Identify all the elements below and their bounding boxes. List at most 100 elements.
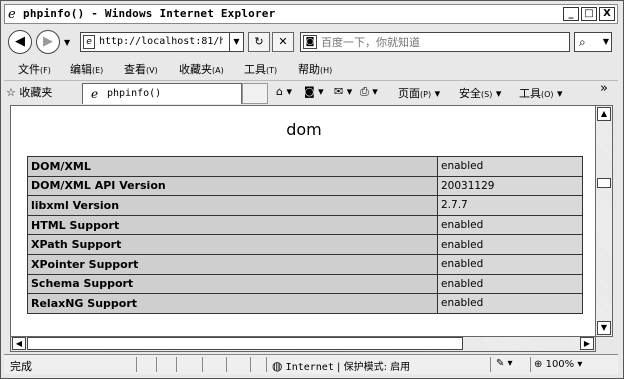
row-value: enabled xyxy=(437,253,583,275)
feeds-icon: ◙ xyxy=(304,85,315,98)
vertical-scrollbar[interactable]: ▲ ▼ xyxy=(596,105,613,337)
home-icon: ⌂ xyxy=(276,85,283,98)
status-divider xyxy=(490,357,491,372)
scroll-left-arrow-icon[interactable]: ◀ xyxy=(12,337,26,350)
row-key: XPointer Support xyxy=(27,253,438,275)
stop-button[interactable]: ✕ xyxy=(272,32,294,52)
scrollbar-corner xyxy=(596,337,613,352)
scroll-down-arrow-icon[interactable]: ▼ xyxy=(597,321,611,335)
back-button[interactable]: ◀ xyxy=(8,30,32,54)
dom-info-table: DOM/XML enabled DOM/XML API Version 200311… xyxy=(27,156,583,314)
mail-icon: ✉ xyxy=(334,85,344,98)
horizontal-scrollbar[interactable]: ◀ ▶ xyxy=(10,337,596,352)
section-title: dom xyxy=(286,120,322,139)
menu-view[interactable]: 查看(V) xyxy=(124,61,158,77)
globe-icon: ◍ xyxy=(272,359,283,373)
table-row: XPath Support enabled xyxy=(27,234,583,255)
search-button[interactable]: ⌕ ▼ xyxy=(574,32,612,52)
address-dropdown-icon[interactable]: ▼ xyxy=(229,33,243,51)
new-tab-button[interactable] xyxy=(242,83,268,104)
toolbar-overflow-chevron-icon[interactable]: » xyxy=(600,81,608,96)
star-icon: ☆ xyxy=(6,86,16,99)
mail-button[interactable]: ✉ ▾ xyxy=(334,85,352,98)
row-value: enabled xyxy=(437,234,583,255)
menu-help[interactable]: 帮助(H) xyxy=(298,61,332,77)
forward-button[interactable]: ▶ xyxy=(36,30,60,54)
tab-label: phpinfo() xyxy=(107,88,162,99)
navigation-bar: ◀ ▶ ▼ e http://localhost:81/he ▼ ↻ ✕ ◙ ⌕… xyxy=(4,27,618,57)
table-row: RelaxNG Support enabled xyxy=(27,293,583,314)
horizontal-scroll-thumb[interactable] xyxy=(27,337,463,350)
table-row: XPointer Support enabled xyxy=(27,253,583,275)
status-divider xyxy=(266,357,267,372)
address-url[interactable]: http://localhost:81/he xyxy=(99,36,223,47)
home-button[interactable]: ⌂ ▾ xyxy=(276,85,292,98)
status-divider xyxy=(530,357,531,372)
row-value: enabled xyxy=(437,293,583,314)
recent-pages-dropdown-icon[interactable]: ▼ xyxy=(64,38,70,47)
status-divider xyxy=(250,357,251,372)
tab-phpinfo[interactable]: e phpinfo() xyxy=(82,83,242,104)
page-viewport: dom DOM/XML enabled DOM/XML API Version 20… xyxy=(10,105,596,337)
row-value: enabled xyxy=(437,214,583,236)
row-value: 2.7.7 xyxy=(437,195,583,216)
menu-edit[interactable]: 编辑(E) xyxy=(70,61,103,77)
favorites-bar: ☆ 收藏夹 e phpinfo() ⌂ ▾ ◙ ▾ ✉ ▾ ⎙ ▾ 页面(P) … xyxy=(4,80,618,104)
maximize-button[interactable]: □ xyxy=(581,7,597,21)
table-row: DOM/XML enabled xyxy=(27,156,583,177)
row-key: RelaxNG Support xyxy=(27,293,438,314)
menu-bar: 文件(F) 编辑(E) 查看(V) 收藏夹(A) 工具(T) 帮助(H) xyxy=(4,59,618,77)
search-icon: ⌕ xyxy=(579,35,586,49)
row-key: Schema Support xyxy=(27,273,438,295)
minimize-button[interactable]: _ xyxy=(563,7,579,21)
status-divider xyxy=(136,357,137,372)
window-title: phpinfo() - Windows Internet Explorer xyxy=(23,7,276,20)
scroll-up-arrow-icon[interactable]: ▲ xyxy=(597,107,611,121)
address-bar[interactable]: e http://localhost:81/he ▼ xyxy=(80,32,244,52)
menu-file[interactable]: 文件(F) xyxy=(18,61,51,77)
search-input[interactable] xyxy=(321,34,561,50)
status-divider xyxy=(176,357,177,372)
row-key: HTML Support xyxy=(27,214,438,236)
favorites-button[interactable]: ☆ 收藏夹 xyxy=(6,84,52,100)
status-divider xyxy=(202,357,203,372)
status-divider xyxy=(226,357,227,372)
table-row: DOM/XML API Version 20031129 xyxy=(27,175,583,197)
search-box[interactable]: ◙ xyxy=(300,32,570,52)
row-value: enabled xyxy=(437,156,583,177)
zoom-icon: ⊕ xyxy=(534,359,543,370)
menu-tools[interactable]: 工具(T) xyxy=(244,61,277,77)
ie-logo-icon: e xyxy=(8,7,16,22)
tools-menu-button[interactable]: 工具(O) ▾ xyxy=(519,85,563,101)
zoom-control[interactable]: ⊕ 100% ▾ xyxy=(534,359,582,370)
row-key: DOM/XML xyxy=(27,156,438,177)
security-zone[interactable]: ◍ Internet | 保护模式: 启用 xyxy=(272,358,410,373)
print-icon: ⎙ xyxy=(360,85,369,98)
row-value: 20031129 xyxy=(437,175,583,197)
safety-menu-button[interactable]: 安全(S) ▾ xyxy=(459,85,501,101)
title-bar: e phpinfo() - Windows Internet Explorer … xyxy=(4,4,618,24)
status-bar: 完成 ◍ Internet | 保护模式: 启用 ✎ ▾ ⊕ 100% ▾ xyxy=(4,354,618,374)
close-button[interactable]: X xyxy=(599,7,615,21)
search-provider-icon: ◙ xyxy=(303,35,317,49)
table-row: libxml Version 2.7.7 xyxy=(27,195,583,216)
search-options-dropdown-icon[interactable]: ▼ xyxy=(603,37,609,46)
row-value: enabled xyxy=(437,273,583,295)
row-key: DOM/XML API Version xyxy=(27,175,438,197)
vertical-scroll-thumb[interactable] xyxy=(597,178,611,188)
scroll-right-arrow-icon[interactable]: ▶ xyxy=(580,337,594,350)
row-key: libxml Version xyxy=(27,195,438,216)
row-key: XPath Support xyxy=(27,234,438,255)
refresh-button[interactable]: ↻ xyxy=(248,32,270,52)
menu-favorites[interactable]: 收藏夹(A) xyxy=(179,61,224,77)
table-row: HTML Support enabled xyxy=(27,214,583,236)
add-ons-icon[interactable]: ✎ ▾ xyxy=(496,358,513,369)
page-menu-button[interactable]: 页面(P) ▾ xyxy=(398,85,440,101)
table-row: Schema Support enabled xyxy=(27,273,583,295)
print-button[interactable]: ⎙ ▾ xyxy=(360,85,378,99)
status-divider xyxy=(156,357,157,372)
ie-tab-icon: e xyxy=(91,87,99,101)
status-text: 完成 xyxy=(10,360,32,373)
feeds-button[interactable]: ◙ ▾ xyxy=(304,85,324,98)
browser-window: e phpinfo() - Windows Internet Explorer … xyxy=(0,0,624,379)
